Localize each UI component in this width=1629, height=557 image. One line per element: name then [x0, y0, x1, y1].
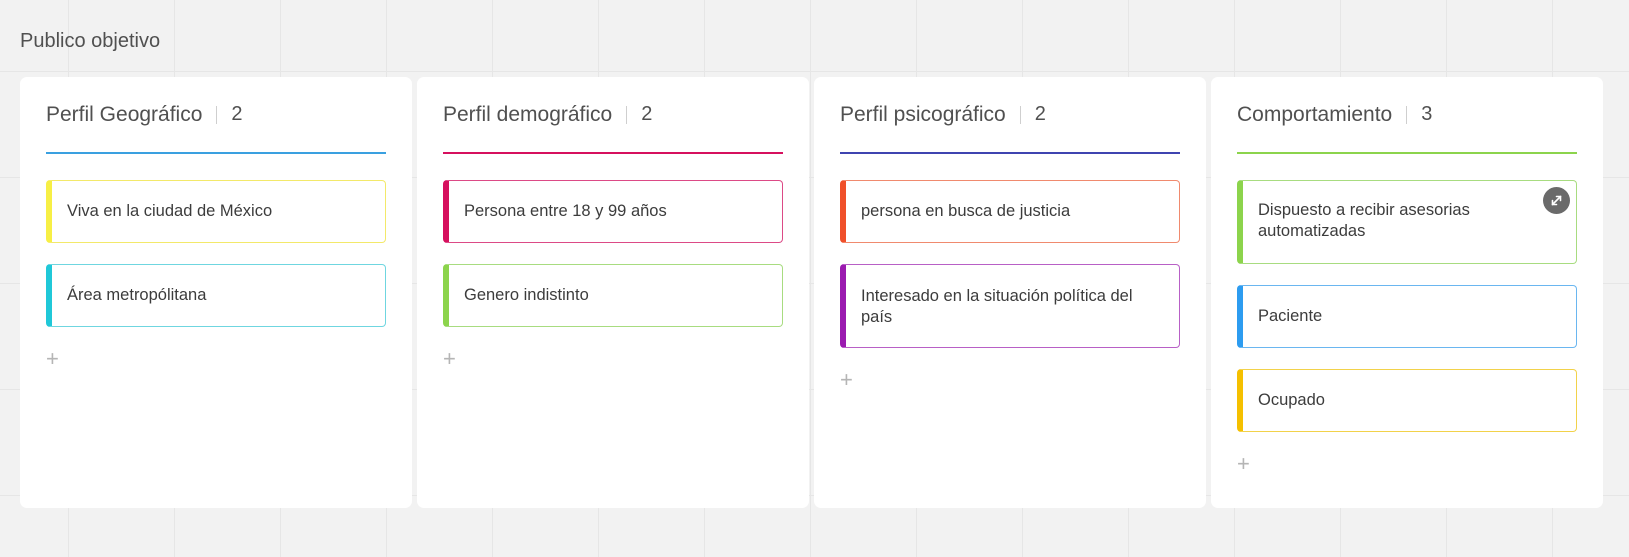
add-card-button[interactable]: +: [1237, 453, 1257, 475]
card-text: Dispuesto a recibir asesorias automatiza…: [1258, 201, 1470, 240]
card[interactable]: persona en busca de justicia: [840, 180, 1180, 243]
add-card-button[interactable]: +: [840, 369, 860, 391]
add-card-button[interactable]: +: [443, 348, 463, 370]
column-header: Comportamiento 3: [1237, 77, 1577, 154]
column-count: 2: [231, 103, 243, 125]
column-header: Perfil Geográfico 2: [46, 77, 386, 154]
card-text: Genero indistinto: [464, 286, 589, 304]
column-perfil-geografico: Perfil Geográfico 2 Viva en la ciudad de…: [20, 77, 412, 508]
card[interactable]: Genero indistinto: [443, 264, 783, 327]
card[interactable]: Paciente: [1237, 285, 1577, 348]
card[interactable]: Ocupado: [1237, 369, 1577, 432]
add-card-button[interactable]: +: [46, 348, 66, 370]
column-header: Perfil demográfico 2: [443, 77, 783, 154]
card[interactable]: Viva en la ciudad de México: [46, 180, 386, 243]
header-divider: [1019, 105, 1021, 124]
card-text: Área metropólitana: [67, 286, 207, 304]
card[interactable]: Dispuesto a recibir asesorias automatiza…: [1237, 180, 1577, 264]
column-title[interactable]: Perfil psicográfico: [840, 103, 1006, 127]
kanban-columns: Perfil Geográfico 2 Viva en la ciudad de…: [20, 77, 1603, 508]
card[interactable]: Persona entre 18 y 99 años: [443, 180, 783, 243]
column-title[interactable]: Perfil Geográfico: [46, 103, 202, 127]
column-header: Perfil psicográfico 2: [840, 77, 1180, 154]
column-perfil-demografico: Perfil demográfico 2 Persona entre 18 y …: [417, 77, 809, 508]
column-count: 2: [1034, 103, 1046, 125]
expand-icon[interactable]: [1543, 187, 1570, 214]
board-title: Publico objetivo: [20, 30, 161, 52]
column-title[interactable]: Comportamiento: [1237, 103, 1392, 127]
column-count: 2: [641, 103, 653, 125]
card[interactable]: Área metropólitana: [46, 264, 386, 327]
card[interactable]: Interesado en la situación política del …: [840, 264, 1180, 348]
card-text: persona en busca de justicia: [861, 202, 1071, 220]
column-title[interactable]: Perfil demográfico: [443, 103, 612, 127]
column-comportamiento: Comportamiento 3 Dispuesto a recibir ase…: [1211, 77, 1603, 508]
header-divider: [216, 105, 218, 124]
card-text: Paciente: [1258, 307, 1323, 325]
card-text: Viva en la ciudad de México: [67, 202, 273, 220]
column-count: 3: [1421, 103, 1433, 125]
header-divider: [626, 105, 628, 124]
header-divider: [1406, 105, 1408, 124]
card-text: Persona entre 18 y 99 años: [464, 202, 667, 220]
card-text: Ocupado: [1258, 391, 1325, 409]
card-text: Interesado en la situación política del …: [861, 287, 1133, 326]
column-perfil-psicografico: Perfil psicográfico 2 persona en busca d…: [814, 77, 1206, 508]
